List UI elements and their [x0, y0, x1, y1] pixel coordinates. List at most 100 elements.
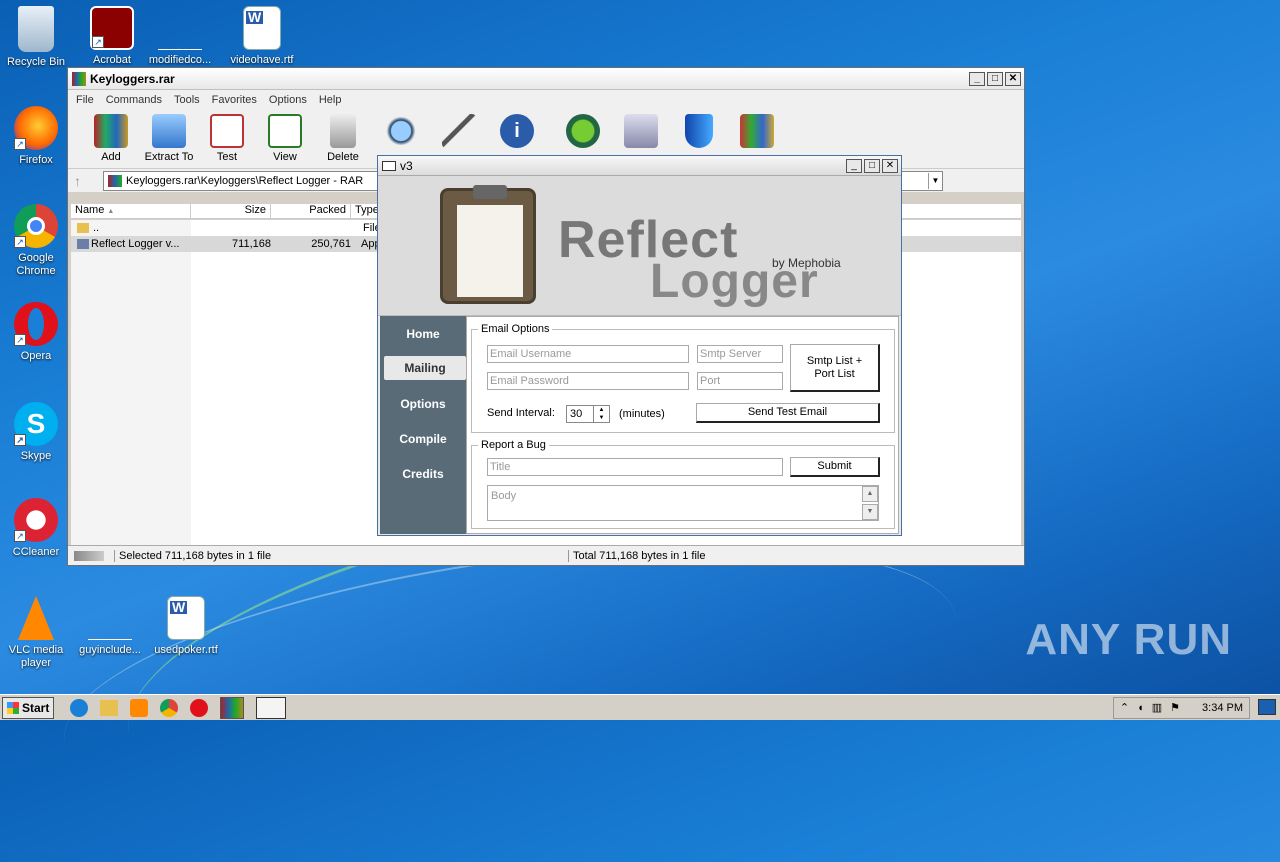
- mail-icon: [382, 160, 396, 171]
- desktop-icon-videohave[interactable]: W videohave.rtf: [226, 6, 298, 67]
- extract-to-button[interactable]: Extract To: [140, 110, 198, 163]
- submit-button[interactable]: Submit: [790, 457, 880, 477]
- virus-scan-button[interactable]: [554, 110, 612, 151]
- bug-icon: [566, 114, 600, 148]
- maximize-button[interactable]: □: [987, 71, 1003, 86]
- menu-tools[interactable]: Tools: [174, 94, 200, 106]
- find-button[interactable]: [372, 110, 430, 151]
- desktop-icon-label: CCleaner: [12, 546, 60, 558]
- winrar-taskbar-icon[interactable]: [220, 696, 244, 719]
- test-button[interactable]: Test: [198, 110, 256, 163]
- nav-options[interactable]: Options: [380, 386, 466, 421]
- volume-icon[interactable]: ◖: [1137, 702, 1144, 714]
- protect-button[interactable]: [670, 110, 728, 151]
- desktop-icon-opera[interactable]: ↗ Opera: [0, 302, 72, 363]
- desktop-icon-ccleaner[interactable]: ↗ CCleaner: [0, 498, 72, 559]
- status-right: Total 711,168 bytes in 1 file: [568, 549, 706, 562]
- scroll-up-icon[interactable]: ▲: [862, 486, 878, 502]
- stepper-down-icon[interactable]: ▼: [593, 414, 609, 422]
- sfx-box-icon: [740, 114, 774, 148]
- scroll-down-icon[interactable]: ▼: [862, 504, 878, 520]
- network-icon[interactable]: ▥: [1152, 701, 1162, 714]
- comment-button[interactable]: [612, 110, 670, 151]
- menu-file[interactable]: File: [76, 94, 94, 106]
- col-packed[interactable]: Packed: [271, 204, 351, 218]
- dialog-titlebar[interactable]: v3 _ □ ✕: [378, 156, 901, 176]
- opera-taskbar-icon[interactable]: [190, 698, 208, 717]
- nav-credits[interactable]: Credits: [380, 456, 466, 491]
- winrar-titlebar[interactable]: Keyloggers.rar _ □ ✕: [68, 68, 1024, 90]
- col-size[interactable]: Size: [191, 204, 271, 218]
- delete-button[interactable]: Delete: [314, 110, 372, 163]
- bug-title-input[interactable]: Title: [487, 458, 783, 476]
- add-label: Add: [101, 151, 121, 163]
- smtp-server-input[interactable]: Smtp Server: [697, 345, 783, 363]
- nav-compile[interactable]: Compile: [380, 421, 466, 456]
- desktop-icon-label: Recycle Bin: [6, 56, 66, 68]
- desktop-icon-label: Acrobat: [93, 54, 131, 66]
- close-button[interactable]: ✕: [1005, 71, 1021, 86]
- add-button[interactable]: Add: [82, 110, 140, 163]
- status-bar: Selected 711,168 bytes in 1 file Total 7…: [68, 545, 1024, 565]
- desktop-icon-recycle-bin[interactable]: Recycle Bin: [0, 6, 72, 69]
- desktop-icon-firefox[interactable]: ↗ Firefox: [0, 106, 72, 167]
- tray-expand-icon[interactable]: ⌃: [1120, 701, 1129, 714]
- start-button[interactable]: Start: [2, 696, 54, 719]
- word-document-icon: W: [243, 6, 281, 50]
- menu-favorites[interactable]: Favorites: [212, 94, 257, 106]
- desktop-icon-modifiedco[interactable]: modifiedco...: [144, 6, 216, 67]
- close-button[interactable]: ✕: [882, 158, 898, 173]
- reflect-logger-taskbar-icon[interactable]: [256, 696, 286, 719]
- clock[interactable]: 3:34 PM: [1202, 702, 1243, 714]
- explorer-icon[interactable]: [100, 699, 118, 716]
- up-arrow-icon[interactable]: ↑: [74, 173, 81, 189]
- recycle-bin-icon: [18, 6, 54, 52]
- minimize-button[interactable]: _: [846, 158, 862, 173]
- wizard-button[interactable]: [430, 110, 488, 151]
- port-input[interactable]: Port: [697, 372, 783, 390]
- bug-body-textarea[interactable]: Body ▲ ▼: [487, 485, 879, 521]
- desktop-icon-vlc[interactable]: VLC media player: [0, 596, 72, 670]
- minimize-button[interactable]: _: [969, 71, 985, 86]
- exe-icon: [77, 239, 89, 249]
- chevron-down-icon[interactable]: ▼: [928, 172, 942, 189]
- col-name[interactable]: Name ▲: [71, 204, 191, 218]
- brand-banner: Reflect Logger by Mephobia: [378, 176, 901, 316]
- media-player-icon[interactable]: [130, 698, 148, 717]
- desktop-icon-acrobat[interactable]: ↗ Acrobat: [76, 6, 148, 67]
- trash-icon: [330, 114, 356, 148]
- ie-icon[interactable]: [70, 698, 88, 717]
- smtp-list-button[interactable]: Smtp List + Port List: [790, 344, 880, 392]
- send-interval-value: 30: [570, 408, 583, 420]
- menu-help[interactable]: Help: [319, 94, 342, 106]
- view-button[interactable]: View: [256, 110, 314, 163]
- send-interval-stepper[interactable]: 30 ▲ ▼: [566, 405, 610, 423]
- menu-options[interactable]: Options: [269, 94, 307, 106]
- chrome-taskbar-icon[interactable]: [160, 698, 178, 717]
- sfx-button[interactable]: [728, 110, 786, 151]
- info-button[interactable]: i: [488, 110, 546, 151]
- send-interval-label: Send Interval:: [487, 407, 555, 419]
- email-password-input[interactable]: Email Password: [487, 372, 689, 390]
- bug-body-placeholder: Body: [491, 490, 517, 502]
- desktop-icon-usedpoker[interactable]: W usedpoker.rtf: [150, 596, 222, 657]
- maximize-button[interactable]: □: [864, 158, 880, 173]
- file-name: ..: [93, 222, 100, 234]
- stepper-up-icon[interactable]: ▲: [593, 406, 609, 414]
- desktop-icon-guyinclude[interactable]: guyinclude...: [74, 596, 146, 657]
- send-test-email-button[interactable]: Send Test Email: [696, 403, 880, 423]
- nav-mailing[interactable]: Mailing: [384, 356, 466, 380]
- opera-icon: ↗: [14, 302, 58, 346]
- desktop-icon-skype[interactable]: S ↗ Skype: [0, 402, 72, 463]
- flag-icon[interactable]: ⚑: [1170, 701, 1180, 714]
- show-desktop-button[interactable]: [1258, 699, 1276, 715]
- winrar-app-icon: [72, 71, 86, 86]
- report-bug-legend: Report a Bug: [481, 439, 546, 451]
- file-packed: 250,761: [311, 238, 351, 250]
- desktop-icon-chrome[interactable]: ↗ Google Chrome: [0, 204, 72, 278]
- clipboard-check-icon: [210, 114, 244, 148]
- book-icon: [268, 114, 302, 148]
- menu-commands[interactable]: Commands: [106, 94, 162, 106]
- nav-home[interactable]: Home: [380, 316, 466, 351]
- email-username-input[interactable]: Email Username: [487, 345, 689, 363]
